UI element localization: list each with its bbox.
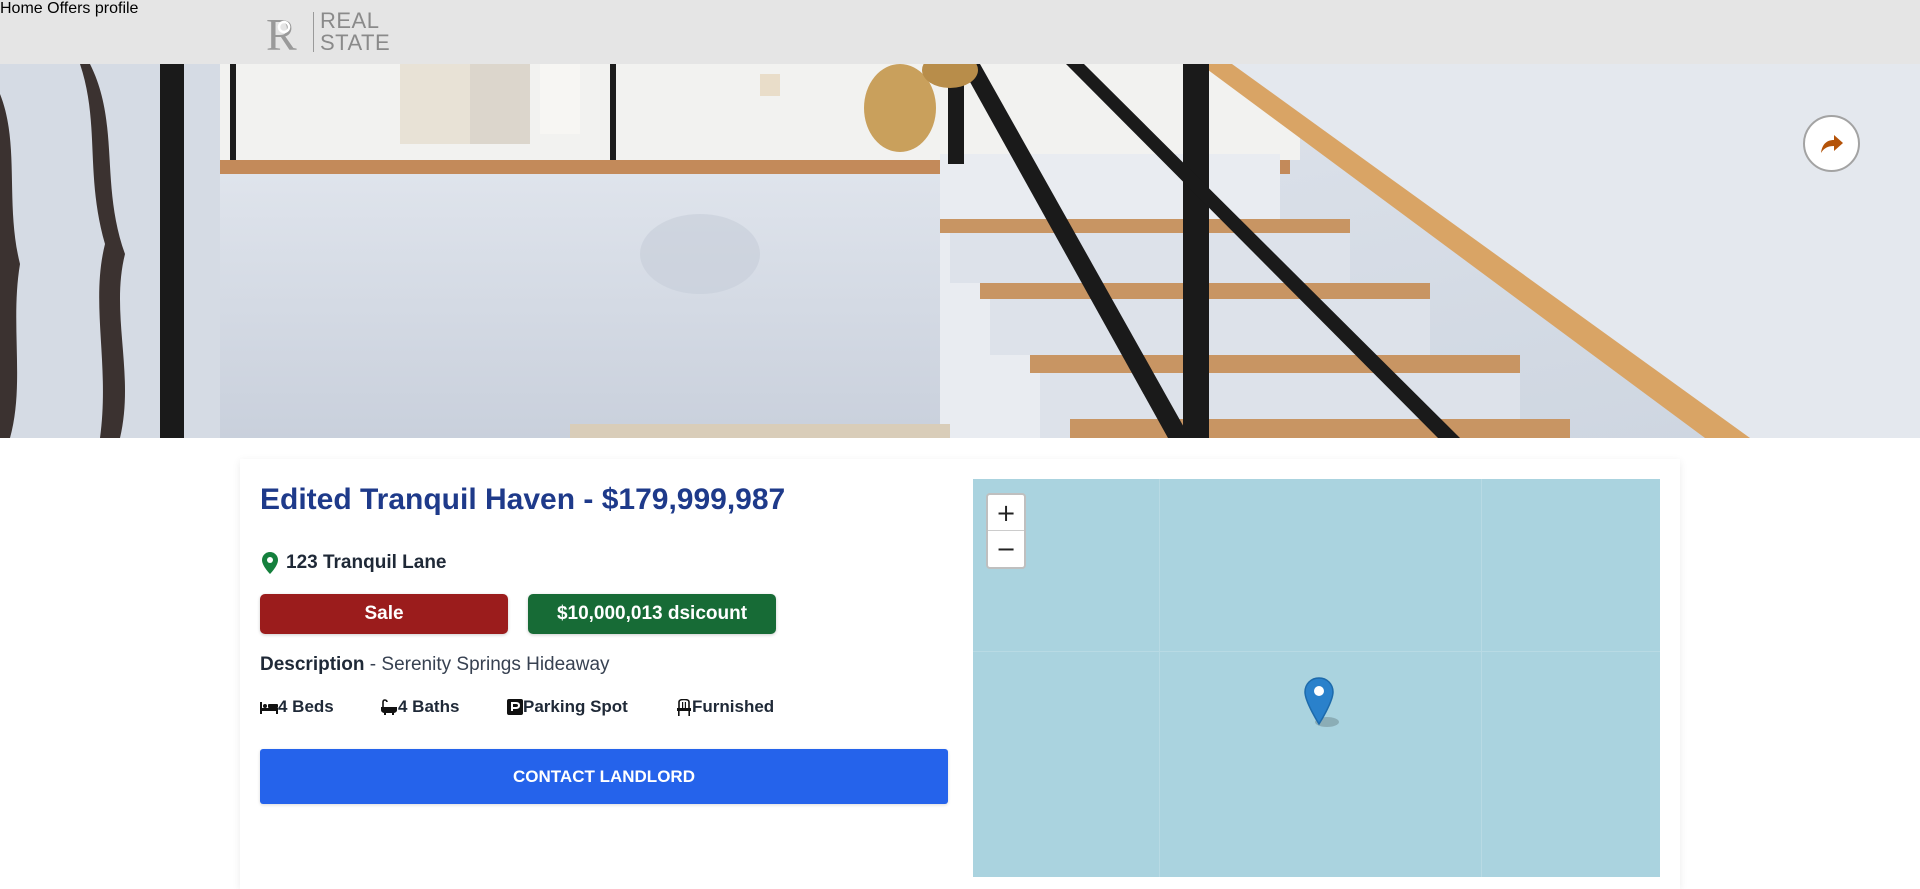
feature-furnished: Furnished [676, 697, 774, 717]
logo-r-mark-icon: R [266, 10, 297, 54]
bed-icon [260, 702, 278, 714]
logo-divider [313, 12, 314, 52]
map-pin-icon [262, 552, 278, 574]
zoom-in-button[interactable]: + [988, 495, 1024, 531]
feature-baths: 4 Baths [380, 697, 459, 717]
staircase-photo [0, 64, 1920, 438]
description: Description - Serenity Springs Hideaway [260, 654, 610, 676]
chair-icon [677, 698, 691, 716]
map-zoom-control: + − [986, 493, 1026, 569]
map-tile-edge [1481, 479, 1482, 877]
description-separator: - [364, 654, 382, 675]
site-header: R REAL STATE Home Offers profile [0, 0, 1920, 64]
feature-beds: 4 Beds [260, 697, 334, 717]
logo-text-line1: REAL [320, 8, 380, 33]
address-text: 123 Tranquil Lane [286, 552, 447, 573]
share-button[interactable] [1803, 115, 1860, 172]
map-tile-edge [973, 651, 1660, 652]
nav-profile-link[interactable]: profile [95, 0, 139, 17]
feature-parking-label: Parking Spot [523, 697, 628, 716]
share-arrow-icon [1820, 134, 1843, 153]
listing-address: 123 Tranquil Lane [262, 552, 447, 574]
map-marker-icon[interactable] [1303, 676, 1343, 732]
listing-title: Edited Tranquil Haven - $179,999,987 [260, 483, 786, 516]
map-tile-edge [1159, 479, 1160, 877]
nav-home-link[interactable]: Home [0, 0, 43, 17]
feature-furnished-label: Furnished [692, 697, 775, 716]
feature-parking: Parking Spot [507, 697, 628, 717]
zoom-out-button[interactable]: − [988, 531, 1024, 567]
feature-list: 4 Beds 4 Baths Parking Spot Furnished [260, 697, 960, 719]
nav-offers-link[interactable]: Offers [47, 0, 90, 17]
feature-baths-label: 4 Baths [398, 697, 460, 716]
logo-text-line2: STATE [320, 30, 391, 55]
logo[interactable]: R REAL STATE [264, 10, 390, 55]
sale-badge: Sale [260, 594, 508, 634]
bath-icon [381, 699, 397, 715]
description-label: Description [260, 654, 365, 675]
location-map[interactable]: + − [973, 479, 1660, 877]
hero-image [0, 64, 1920, 438]
logo-text: REAL STATE [320, 10, 390, 54]
contact-landlord-button[interactable]: CONTACT LANDLORD [260, 749, 948, 804]
discount-badge: $10,000,013 dsicount [528, 594, 776, 634]
description-text: Serenity Springs Hideaway [381, 654, 610, 675]
parking-icon [507, 699, 523, 715]
feature-beds-label: 4 Beds [278, 697, 334, 716]
